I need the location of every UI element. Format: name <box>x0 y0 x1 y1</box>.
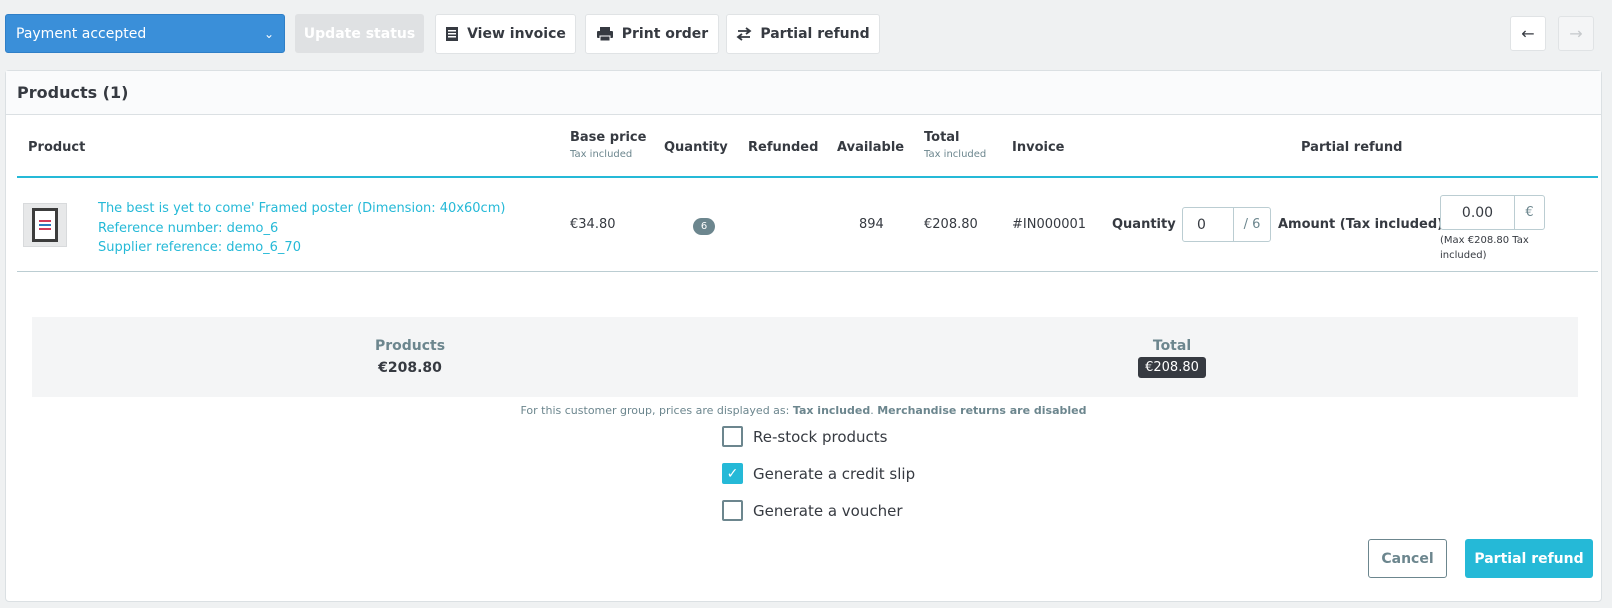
column-product: Product <box>28 140 86 155</box>
voucher-label: Generate a voucher <box>753 501 903 520</box>
restock-checkbox[interactable] <box>722 426 743 447</box>
column-refunded: Refunded <box>748 140 819 155</box>
invoice-icon <box>446 27 459 41</box>
summary-products: Products €208.80 <box>370 338 450 376</box>
column-base-price-label: Base price <box>570 130 647 145</box>
tax-note-returns: Merchandise returns are disabled <box>877 404 1087 417</box>
refund-quantity-max: / 6 <box>1233 208 1270 241</box>
currency-addon: € <box>1514 196 1544 229</box>
print-order-button[interactable]: Print order <box>585 14 719 54</box>
poster-image <box>32 208 58 242</box>
previous-order-button[interactable]: ← <box>1510 16 1546 51</box>
credit-slip-checkbox[interactable]: ✓ <box>722 463 743 484</box>
print-order-label: Print order <box>621 26 709 42</box>
available-value: 894 <box>859 217 884 232</box>
total-value: €208.80 <box>924 217 978 232</box>
invoice-value: #IN000001 <box>1012 217 1087 232</box>
refund-amount-value[interactable]: 0.00 <box>1441 196 1514 229</box>
column-total-sub: Tax included <box>924 149 987 160</box>
credit-slip-option[interactable]: ✓ Generate a credit slip <box>722 463 915 484</box>
column-quantity: Quantity <box>664 140 728 155</box>
cancel-button[interactable]: Cancel <box>1368 539 1447 578</box>
summary-total: Total €208.80 <box>1132 338 1212 378</box>
partial-refund-submit-button[interactable]: Partial refund <box>1465 539 1593 578</box>
tax-display-note: For this customer group, prices are disp… <box>6 404 1601 417</box>
refund-quantity-label: Quantity <box>1112 217 1176 232</box>
product-thumbnail[interactable] <box>23 203 67 247</box>
column-base-price-sub: Tax included <box>570 149 633 160</box>
column-total-label: Total <box>924 130 960 145</box>
chevron-down-icon: ⌄ <box>263 26 274 41</box>
products-table-header: Product Base price Tax included Quantity… <box>17 115 1598 178</box>
partial-refund-toolbar-button[interactable]: Partial refund <box>726 14 880 54</box>
checkmark-icon: ✓ <box>726 465 739 482</box>
voucher-option[interactable]: Generate a voucher <box>722 500 903 521</box>
credit-slip-label: Generate a credit slip <box>753 464 916 483</box>
product-name-link[interactable]: The best is yet to come' Framed poster (… <box>98 199 505 219</box>
view-invoice-label: View invoice <box>467 26 566 42</box>
summary-products-label: Products <box>374 338 446 354</box>
products-card: Products (1) Product Base price Tax incl… <box>5 70 1602 602</box>
column-available: Available <box>837 140 905 155</box>
column-total: Total Tax included <box>924 130 986 160</box>
restock-label: Re-stock products <box>753 427 888 446</box>
refund-amount-label: Amount (Tax included) <box>1278 217 1444 232</box>
partial-refund-toolbar-label: Partial refund <box>760 26 870 42</box>
tax-note-mode: Tax included <box>792 404 871 417</box>
column-base-price: Base price Tax included <box>570 130 646 160</box>
arrow-right-icon: → <box>1569 24 1583 43</box>
voucher-checkbox[interactable] <box>722 500 743 521</box>
order-status-select[interactable]: Payment accepted ⌄ <box>5 14 285 53</box>
table-row: The best is yet to come' Framed poster (… <box>17 180 1598 272</box>
base-price-value: €34.80 <box>570 217 616 232</box>
summary-products-value: €208.80 <box>378 360 442 376</box>
arrow-left-icon: ← <box>1521 24 1535 43</box>
column-invoice: Invoice <box>1012 140 1065 155</box>
products-card-title: Products (1) <box>6 71 1601 115</box>
print-icon <box>596 27 613 42</box>
view-invoice-button[interactable]: View invoice <box>435 14 576 54</box>
column-partial-refund: Partial refund <box>1301 140 1403 155</box>
product-supplier-reference-link[interactable]: Supplier reference: demo_6_70 <box>98 238 505 258</box>
restock-option[interactable]: Re-stock products <box>722 426 887 447</box>
quantity-badge: 6 <box>693 218 715 235</box>
order-toolbar: Payment accepted ⌄ Update status View in… <box>5 14 1594 54</box>
refund-amount-input[interactable]: 0.00 € <box>1440 195 1545 230</box>
update-status-button[interactable]: Update status <box>295 14 424 53</box>
tax-note-prefix: For this customer group, prices are disp… <box>520 404 793 417</box>
summary-total-badge: €208.80 <box>1138 357 1206 378</box>
refund-quantity-value[interactable]: 0 <box>1183 208 1233 241</box>
next-order-button[interactable]: → <box>1558 16 1594 51</box>
refund-amount-note: (Max €208.80 Tax included) <box>1440 235 1529 261</box>
summary-total-label: Total <box>1152 338 1192 354</box>
swap-arrows-icon <box>736 27 752 41</box>
product-links: The best is yet to come' Framed poster (… <box>98 199 505 258</box>
order-status-value: Payment accepted <box>16 25 147 42</box>
product-reference-link[interactable]: Reference number: demo_6 <box>98 219 505 239</box>
refund-quantity-input[interactable]: 0 / 6 <box>1182 207 1271 242</box>
order-summary: Products €208.80 Total €208.80 <box>32 317 1578 397</box>
